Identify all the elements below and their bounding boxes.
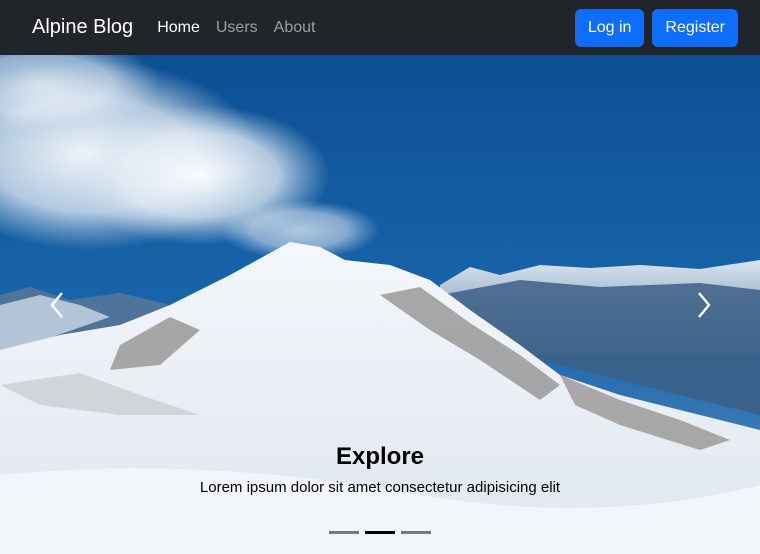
nav-link-about[interactable]: About bbox=[274, 19, 316, 37]
caption-title: Explore bbox=[335, 443, 425, 470]
carousel-caption: Explore Lorem ipsum dolor sit amet conse… bbox=[0, 443, 760, 496]
register-button[interactable]: Register bbox=[652, 8, 738, 47]
brand-link[interactable]: Alpine Blog bbox=[32, 16, 133, 39]
chevron-left-icon bbox=[50, 292, 63, 318]
chevron-right-icon bbox=[698, 292, 711, 318]
navbar: Alpine Blog Home Users About Log in Regi… bbox=[0, 0, 760, 55]
nav-links: Home Users About bbox=[157, 19, 315, 37]
hero-carousel: Explore Lorem ipsum dolor sit amet conse… bbox=[0, 55, 760, 554]
auth-buttons: Log in Register bbox=[574, 8, 738, 47]
login-button[interactable]: Log in bbox=[574, 8, 645, 47]
carousel-prev-control[interactable] bbox=[37, 285, 77, 325]
carousel-indicators bbox=[0, 531, 760, 534]
caption-text: Lorem ipsum dolor sit amet consectetur a… bbox=[199, 479, 561, 496]
carousel-indicator-2[interactable] bbox=[365, 531, 395, 534]
nav-link-home[interactable]: Home bbox=[157, 19, 200, 37]
carousel-indicator-3[interactable] bbox=[401, 531, 431, 534]
carousel-next-control[interactable] bbox=[684, 285, 724, 325]
carousel-indicator-1[interactable] bbox=[329, 531, 359, 534]
nav-link-users[interactable]: Users bbox=[216, 19, 258, 37]
